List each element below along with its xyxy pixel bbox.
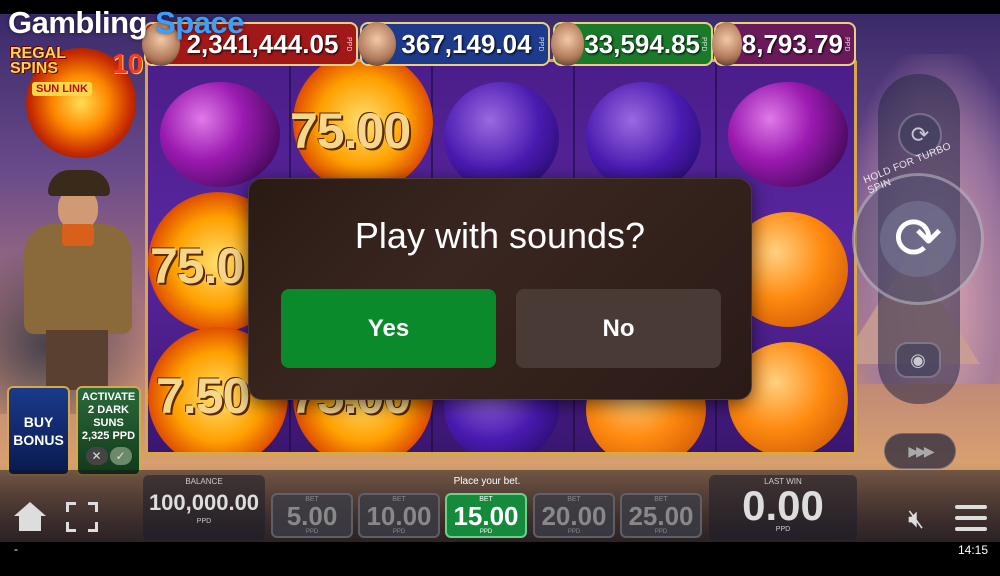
logo-title-line1: REGAL <box>10 45 66 62</box>
sound-prompt-dialog: Play with sounds? Yes No <box>248 178 752 400</box>
jackpot-unit: PPD <box>843 36 850 52</box>
fullscreen-icon-corner <box>88 522 98 532</box>
bet-option-button[interactable]: BET 5.00 PPD <box>271 493 353 538</box>
home-icon <box>14 502 46 516</box>
jackpot-minor: 33,594.85 PPD <box>551 22 713 66</box>
bet-option-button[interactable]: BET 25.00 PPD <box>620 493 702 538</box>
plum-symbol-icon <box>586 82 701 192</box>
logo-sublink: SUN LINK <box>32 82 92 96</box>
activate-toggle[interactable]: ✕ ✓ <box>78 447 139 465</box>
buy-bonus-button[interactable]: BUY BONUS <box>7 386 70 476</box>
hamburger-icon <box>955 505 987 509</box>
fullscreen-button[interactable] <box>66 502 98 532</box>
spin-arrows-icon: ⟳ <box>880 201 956 277</box>
fullscreen-icon-corner <box>88 502 98 512</box>
menu-button[interactable] <box>955 505 987 531</box>
buy-bonus-line2: BONUS <box>13 432 64 448</box>
jackpot-amount: 33,594.85 <box>584 28 700 59</box>
jackpot-mini: 8,793.79 PPD <box>712 22 856 66</box>
character-pants <box>46 330 108 390</box>
jackpot-amount: 8,793.79 <box>741 28 843 59</box>
character-hat <box>48 170 110 196</box>
speaker-muted-icon: 🔇︎ <box>908 503 925 533</box>
gambling-space-watermark: Gambling Space <box>8 5 244 41</box>
last-win-display: LAST WIN 0.00 PPD <box>709 475 857 540</box>
balance-label: BALANCE <box>185 477 223 486</box>
fast-forward-icon: ▶▶▶ <box>908 442 934 459</box>
sun-value: 75.0 <box>150 238 244 294</box>
sound-toggle-button[interactable]: 🔇︎ <box>908 502 942 534</box>
yes-button[interactable]: Yes <box>281 289 496 368</box>
balance-unit: PPD <box>196 518 212 525</box>
balance-value: 100,000.00 <box>148 490 260 515</box>
bet-value: 25.00 <box>628 501 694 531</box>
fullscreen-icon-corner <box>66 522 76 532</box>
last-win-value: 0.00 <box>742 482 824 529</box>
place-bet-label: Place your bet. <box>453 476 521 487</box>
coin-stack-icon: ◉ <box>910 349 926 370</box>
status-clock: 14:15 <box>957 543 988 557</box>
toggle-off-icon[interactable]: ✕ <box>85 447 108 465</box>
sun-value: 7.50 <box>156 368 250 424</box>
bet-option-button-selected[interactable]: BET 15.00 PPD <box>445 493 527 538</box>
sun-value: 75.00 <box>290 103 411 159</box>
no-button[interactable]: No <box>516 289 721 368</box>
logo-title: REGAL SPINS <box>10 45 66 77</box>
jackpot-amount: 367,149.04 <box>401 28 532 59</box>
watermark-gambling-text: Gambling <box>8 5 147 40</box>
system-status-bar: - 14:15 <box>0 542 1000 576</box>
autoplay-icon: ⟳ <box>910 122 930 147</box>
bet-unit: PPD <box>305 529 319 535</box>
grapes-symbol-icon <box>160 82 280 187</box>
home-button[interactable] <box>14 502 46 532</box>
activate-price: 2,325 PPD <box>81 430 136 442</box>
jackpot-unit: PPD <box>537 36 544 52</box>
bet-coins-button[interactable]: ◉ <box>895 342 941 378</box>
logo-title-line2: SPINS <box>10 60 59 77</box>
jackpot-major: 367,149.04 PPD <box>358 22 550 66</box>
bet-value: 10.00 <box>366 501 432 531</box>
jackpot-unit: PPD <box>345 36 352 52</box>
buy-bonus-line1: BUY <box>23 414 54 430</box>
activate-line2: 2 DARK <box>88 404 129 416</box>
home-icon-base <box>19 515 41 531</box>
jackpot-portrait-icon <box>712 22 742 66</box>
hamburger-icon-bar <box>955 516 987 520</box>
explorer-character <box>10 170 140 395</box>
fullscreen-icon <box>66 502 76 512</box>
plum-symbol-icon <box>444 82 559 192</box>
last-win-unit: PPD <box>775 526 791 533</box>
grapes-symbol-icon <box>728 82 848 187</box>
hamburger-icon-bar <box>955 527 987 531</box>
toggle-on-icon[interactable]: ✓ <box>109 447 132 465</box>
quick-spin-button[interactable]: ▶▶▶ <box>884 433 956 469</box>
jackpot-unit: PPD <box>700 36 707 52</box>
dialog-question: Play with sounds? <box>354 215 646 256</box>
bet-value: 20.00 <box>541 501 607 531</box>
logo-number: 10 <box>112 48 144 79</box>
status-left-indicator: - <box>14 542 18 556</box>
bet-option-button[interactable]: BET 10.00 PPD <box>358 493 440 538</box>
jackpot-portrait-icon <box>358 22 396 66</box>
jackpot-portrait-icon <box>551 22 585 66</box>
game-logo: REGAL SPINS 10 SUN LINK <box>4 28 144 168</box>
balance-display: BALANCE 100,000.00 PPD <box>143 475 265 540</box>
activate-line1: ACTIVATE <box>81 391 136 403</box>
bet-value: 15.00 <box>453 501 519 531</box>
activate-line3: SUNS <box>93 417 124 429</box>
bet-value: 5.00 <box>286 501 338 531</box>
character-scarf <box>62 224 94 246</box>
bet-option-button[interactable]: BET 20.00 PPD <box>533 493 615 538</box>
activate-dark-suns-panel: ACTIVATE 2 DARK SUNS 2,325 PPD ✕ ✓ <box>76 386 141 476</box>
watermark-space-text: Space <box>155 5 244 40</box>
